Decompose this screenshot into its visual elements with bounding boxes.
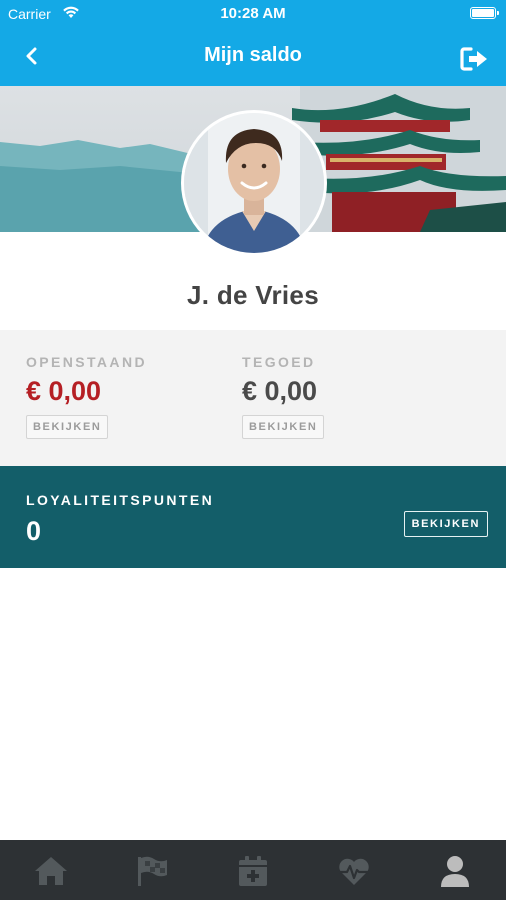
navigation-bar: Mijn saldo — [0, 28, 506, 86]
profile-photo — [184, 113, 324, 253]
openstaand-label: OPENSTAAND — [26, 354, 147, 370]
tab-profile[interactable] — [404, 840, 505, 900]
loyalty-value: 0 — [26, 516, 42, 546]
checkered-flag-icon — [138, 856, 167, 886]
tab-calendar[interactable] — [202, 840, 303, 900]
avatar — [181, 110, 327, 256]
page-title: Mijn saldo — [204, 44, 302, 66]
status-time: 10:28 AM — [220, 5, 286, 22]
battery-icon — [470, 7, 499, 19]
tegoed-label: TEGOED — [242, 354, 316, 370]
user-icon — [441, 856, 469, 887]
tegoed-view-button[interactable]: BEKIJKEN — [242, 415, 325, 439]
logout-button[interactable] — [460, 46, 490, 72]
openstaand-view-button[interactable]: BEKIJKEN — [26, 415, 109, 439]
openstaand-section: OPENSTAAND € 0,00 BEKIJKEN — [26, 354, 147, 439]
tegoed-value: € 0,00 — [242, 376, 318, 406]
home-icon — [35, 857, 67, 885]
tab-home[interactable] — [0, 840, 101, 900]
tab-health[interactable] — [303, 840, 404, 900]
balance-panel: OPENSTAAND € 0,00 BEKIJKEN TEGOED € 0,00… — [0, 330, 506, 466]
header: Carrier 10:28 AM Mijn saldo — [0, 0, 506, 86]
openstaand-value: € 0,00 — [26, 376, 102, 406]
heartbeat-icon — [339, 858, 369, 885]
loyalty-view-button[interactable]: BEKIJKEN — [403, 511, 488, 537]
calendar-plus-icon — [239, 856, 267, 886]
user-name: J. de Vries — [187, 280, 319, 310]
loyalty-label: LOYALITEITSPUNTEN — [26, 492, 215, 508]
loyalty-panel: LOYALITEITSPUNTEN 0 BEKIJKEN — [0, 466, 506, 568]
status-bar: Carrier 10:28 AM — [0, 0, 506, 28]
tab-races[interactable] — [101, 840, 202, 900]
tegoed-section: TEGOED € 0,00 BEKIJKEN — [242, 354, 325, 439]
tab-bar — [0, 840, 506, 900]
